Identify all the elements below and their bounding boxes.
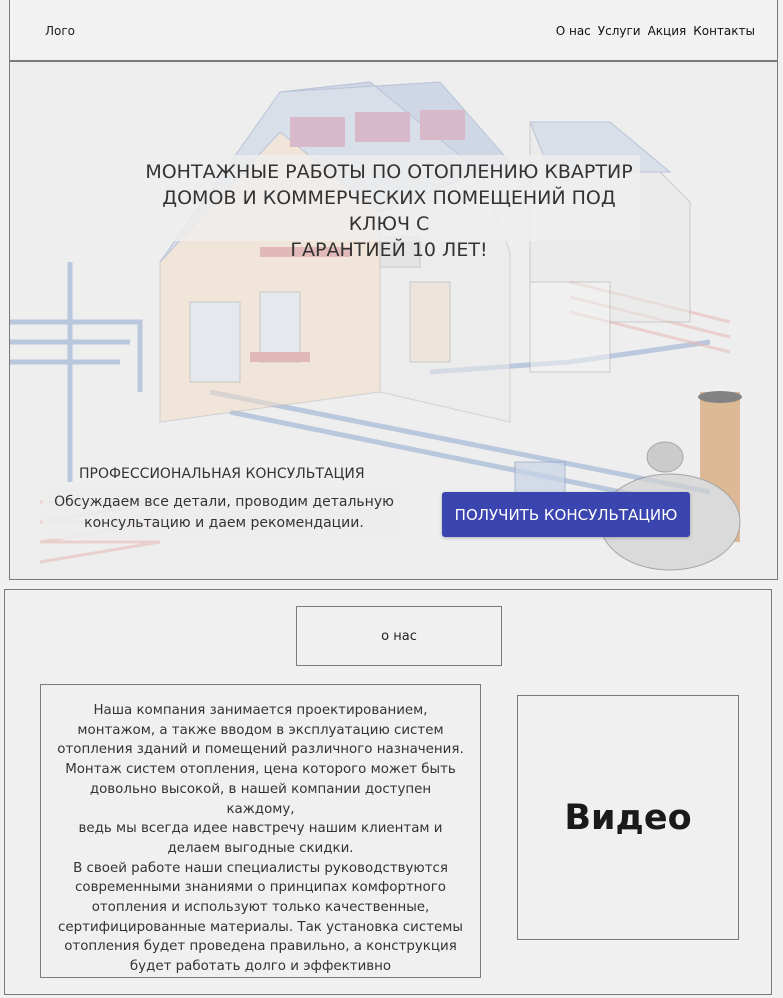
about-text-line: сертифицированные материалы. Так установ… [58,919,463,935]
about-text-line: Наша компания занимается проектированием… [93,703,428,718]
consult-line: консультацию и даем рекомендации. [84,515,364,531]
main-nav: О нас Услуги Акция Контакты [556,24,755,38]
hero-title: МОНТАЖНЫЕ РАБОТЫ ПО ОТОПЛЕНИЮ КВАРТИР ДО… [138,155,640,261]
about-section: о нас Наша компания занимается проектиро… [4,589,772,995]
about-text-line: делаем выгодные скидки. [167,840,354,856]
about-text-line: монтажом, а также вводом в эксплуатацию … [77,722,444,738]
about-text: Наша компания занимается проектированием… [40,684,481,978]
about-text-line: отопления будет проведена правильно, а к… [64,939,457,955]
about-text-line: довольно высокой, в нашей компании досту… [89,781,432,817]
about-text-line: ведь мы всегда идее навстречу нашим клие… [78,821,443,837]
site-header: Лого О нас Услуги Акция Контакты [9,0,778,61]
nav-link-services[interactable]: Услуги [598,24,641,38]
about-text-line: современными знаниями о принципах комфор… [75,880,446,896]
nav-link-about[interactable]: О нас [556,24,591,38]
get-consultation-button[interactable]: ПОЛУЧИТЬ КОНСУЛЬТАЦИЮ [442,492,690,537]
nav-link-promo[interactable]: Акция [648,24,687,38]
consult-description: Обсуждаем все детали, проводим детальную… [42,487,406,539]
about-heading: о нас [296,606,502,666]
nav-link-contacts[interactable]: Контакты [693,24,755,38]
consult-title: ПРОФЕССИОНАЛЬНАЯ КОНСУЛЬТАЦИЯ [77,466,367,482]
about-text-line: отопления зданий и помещений различного … [57,742,464,758]
hero-title-line: ДОМОВ И КОММЕРЧЕСКИХ ПОМЕЩЕНИЙ ПОД КЛЮЧ … [162,187,616,235]
about-text-line: В своей работе наши специалисты руководс… [73,860,448,876]
hero-title-line: МОНТАЖНЫЕ РАБОТЫ ПО ОТОПЛЕНИЮ КВАРТИР [145,161,633,183]
about-text-line: Монтаж систем отопления, цена которого м… [65,762,456,778]
about-text-line: отопления и используют только качественн… [91,900,430,916]
logo[interactable]: Лого [45,24,75,38]
about-text-line: будет работать долго и эффективно [129,959,392,975]
hero-section: МОНТАЖНЫЕ РАБОТЫ ПО ОТОПЛЕНИЮ КВАРТИР ДО… [9,61,778,580]
video-placeholder[interactable]: Видео [517,695,739,940]
consult-line: Обсуждаем все детали, проводим детальную [54,494,394,510]
hero-title-line: ГАРАНТИЕЙ 10 ЛЕТ! [290,239,488,261]
